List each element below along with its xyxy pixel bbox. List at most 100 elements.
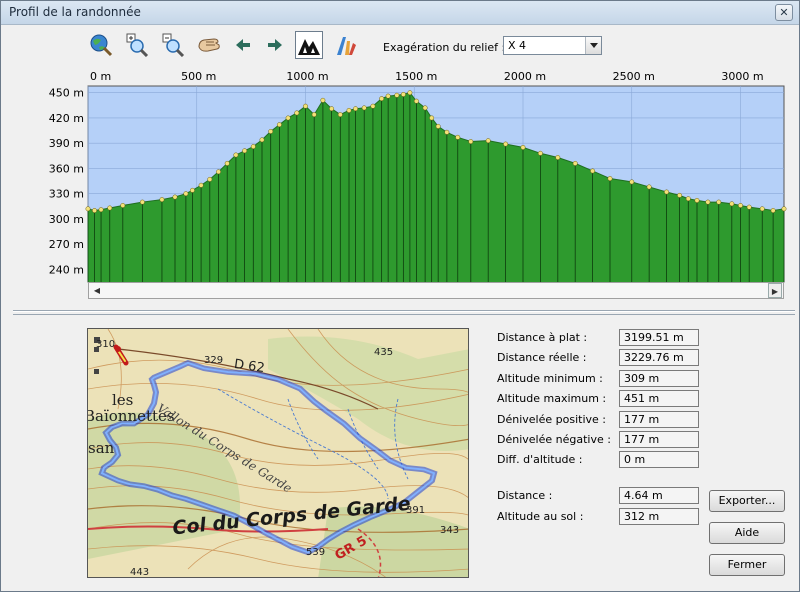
divider-highlight xyxy=(13,311,795,312)
elevation-point xyxy=(294,110,300,116)
cursor-value: 312 m xyxy=(619,508,699,525)
elevation-profile-chart[interactable]: 0 m 500 m 1000 m 1500 m 2000 m 2500 m 3000 m 45… xyxy=(1,61,800,301)
elevation-point xyxy=(607,176,613,181)
elevation-chart-svg: 0 m 500 m 1000 m 1500 m 2000 m 2500 m 3000 m 45… xyxy=(49,70,787,283)
stat-row: Altitude minimum : 309 m xyxy=(497,370,797,388)
stat-row: Distance à plat : 3199.51 m xyxy=(497,329,797,347)
close-button[interactable]: Fermer xyxy=(709,554,785,576)
previous-point-button[interactable] xyxy=(229,31,257,59)
next-point-button[interactable] xyxy=(261,31,289,59)
elevation-point xyxy=(759,206,765,212)
globe-search-button[interactable] xyxy=(87,31,115,59)
cursor-value: 4.64 m xyxy=(619,487,699,504)
zoom-out-button[interactable] xyxy=(159,31,187,59)
x-tick-label: 3000 m xyxy=(721,70,763,83)
divider-lower xyxy=(13,314,795,315)
elevation-point xyxy=(455,134,461,140)
stat-value: 177 m xyxy=(619,431,699,448)
elevation-point xyxy=(407,90,413,96)
help-button[interactable]: Aide xyxy=(709,522,785,544)
elevation-point xyxy=(537,150,543,156)
chart-horizontal-scrollbar[interactable]: ◀ ▶ xyxy=(88,282,784,299)
stat-label: Dénivelée négative : xyxy=(497,433,611,446)
window-title: Profil de la randonnée xyxy=(9,5,141,19)
elevation-point xyxy=(198,182,204,188)
compass-pencil-icon xyxy=(337,37,356,55)
elevation-point xyxy=(664,189,669,195)
elevation-point xyxy=(770,208,776,213)
elevation-point xyxy=(139,199,145,205)
elevation-point xyxy=(422,105,428,111)
export-button[interactable]: Exporter... xyxy=(709,490,785,512)
stat-label: Distance réelle : xyxy=(497,351,587,364)
globe-search-icon xyxy=(90,34,113,57)
elevation-point xyxy=(242,148,248,154)
elevation-point xyxy=(694,197,700,203)
y-tick-label: 300 m xyxy=(49,213,84,226)
elevation-point xyxy=(216,169,221,175)
route-map[interactable]: 310 329 D 62 435 les Baïonnettes san Val… xyxy=(87,328,469,578)
y-tick-label: 450 m xyxy=(49,87,84,100)
stat-row: Diff. d'altitude : 0 m xyxy=(497,451,797,469)
elevation-point xyxy=(320,97,326,103)
map-label-spot-height: 329 xyxy=(204,355,224,366)
elevation-point xyxy=(224,160,230,166)
elevation-point xyxy=(259,137,265,143)
cursor-label: Altitude au sol : xyxy=(497,510,584,523)
map-label-spot-height: 539 xyxy=(306,547,326,558)
elevation-point xyxy=(555,155,561,160)
elevation-point xyxy=(629,179,635,185)
elevation-point xyxy=(285,115,291,121)
stat-value: 0 m xyxy=(619,451,699,468)
pan-hand-icon xyxy=(198,38,220,52)
measure-button[interactable] xyxy=(331,31,359,59)
y-tick-label: 270 m xyxy=(49,238,84,251)
pan-button[interactable] xyxy=(195,31,223,59)
elevation-point xyxy=(107,205,113,211)
elevation-point xyxy=(85,206,91,212)
stat-value: 177 m xyxy=(619,411,699,428)
elevation-point xyxy=(677,192,683,198)
elevation-point xyxy=(429,115,435,121)
elevation-point xyxy=(207,176,213,182)
zoom-in-icon xyxy=(126,33,149,57)
window-close-button[interactable]: ✕ xyxy=(775,4,793,21)
terrain-view-button[interactable] xyxy=(295,31,323,59)
title-bar[interactable]: Profil de la randonnée ✕ xyxy=(1,1,799,25)
relief-exaggeration-select[interactable]: X 4 xyxy=(503,36,602,55)
y-tick-label: 240 m xyxy=(49,263,84,276)
x-tick-label: 2500 m xyxy=(613,70,655,83)
elevation-point xyxy=(729,201,735,207)
stat-row: Dénivelée négative : 177 m xyxy=(497,431,797,449)
y-tick-label: 420 m xyxy=(49,112,84,125)
map-label-spot-height: 391 xyxy=(406,505,426,516)
zoom-in-button[interactable] xyxy=(123,31,151,59)
chevron-down-icon[interactable] xyxy=(585,37,601,54)
elevation-point xyxy=(716,199,722,205)
arrow-left-icon xyxy=(236,39,250,51)
elevation-point xyxy=(503,141,509,147)
elevation-point xyxy=(435,123,441,129)
elevation-point xyxy=(705,199,711,205)
map-label-place: san xyxy=(88,439,115,457)
stat-label: Diff. d'altitude : xyxy=(497,453,583,466)
elevation-point xyxy=(303,103,308,109)
elevation-point xyxy=(572,160,578,166)
stat-value: 451 m xyxy=(619,390,699,407)
elevation-point xyxy=(337,112,343,118)
elevation-point xyxy=(370,103,376,109)
scroll-left-arrow-icon[interactable]: ◀ xyxy=(90,283,104,298)
y-tick-label: 390 m xyxy=(49,137,84,150)
elevation-point xyxy=(183,191,189,197)
stat-value: 3229.76 m xyxy=(619,349,699,366)
map-label-spot-height: 310 xyxy=(96,339,116,350)
topo-map-svg xyxy=(88,329,468,577)
scroll-right-arrow-icon[interactable]: ▶ xyxy=(768,283,782,298)
y-tick-label: 330 m xyxy=(49,188,84,201)
elevation-point xyxy=(172,194,178,200)
elevation-point xyxy=(276,122,282,128)
elevation-point xyxy=(444,129,450,135)
elevation-point xyxy=(159,197,165,203)
elevation-point xyxy=(485,138,491,144)
relief-exaggeration-label: Exagération du relief : xyxy=(383,41,506,54)
